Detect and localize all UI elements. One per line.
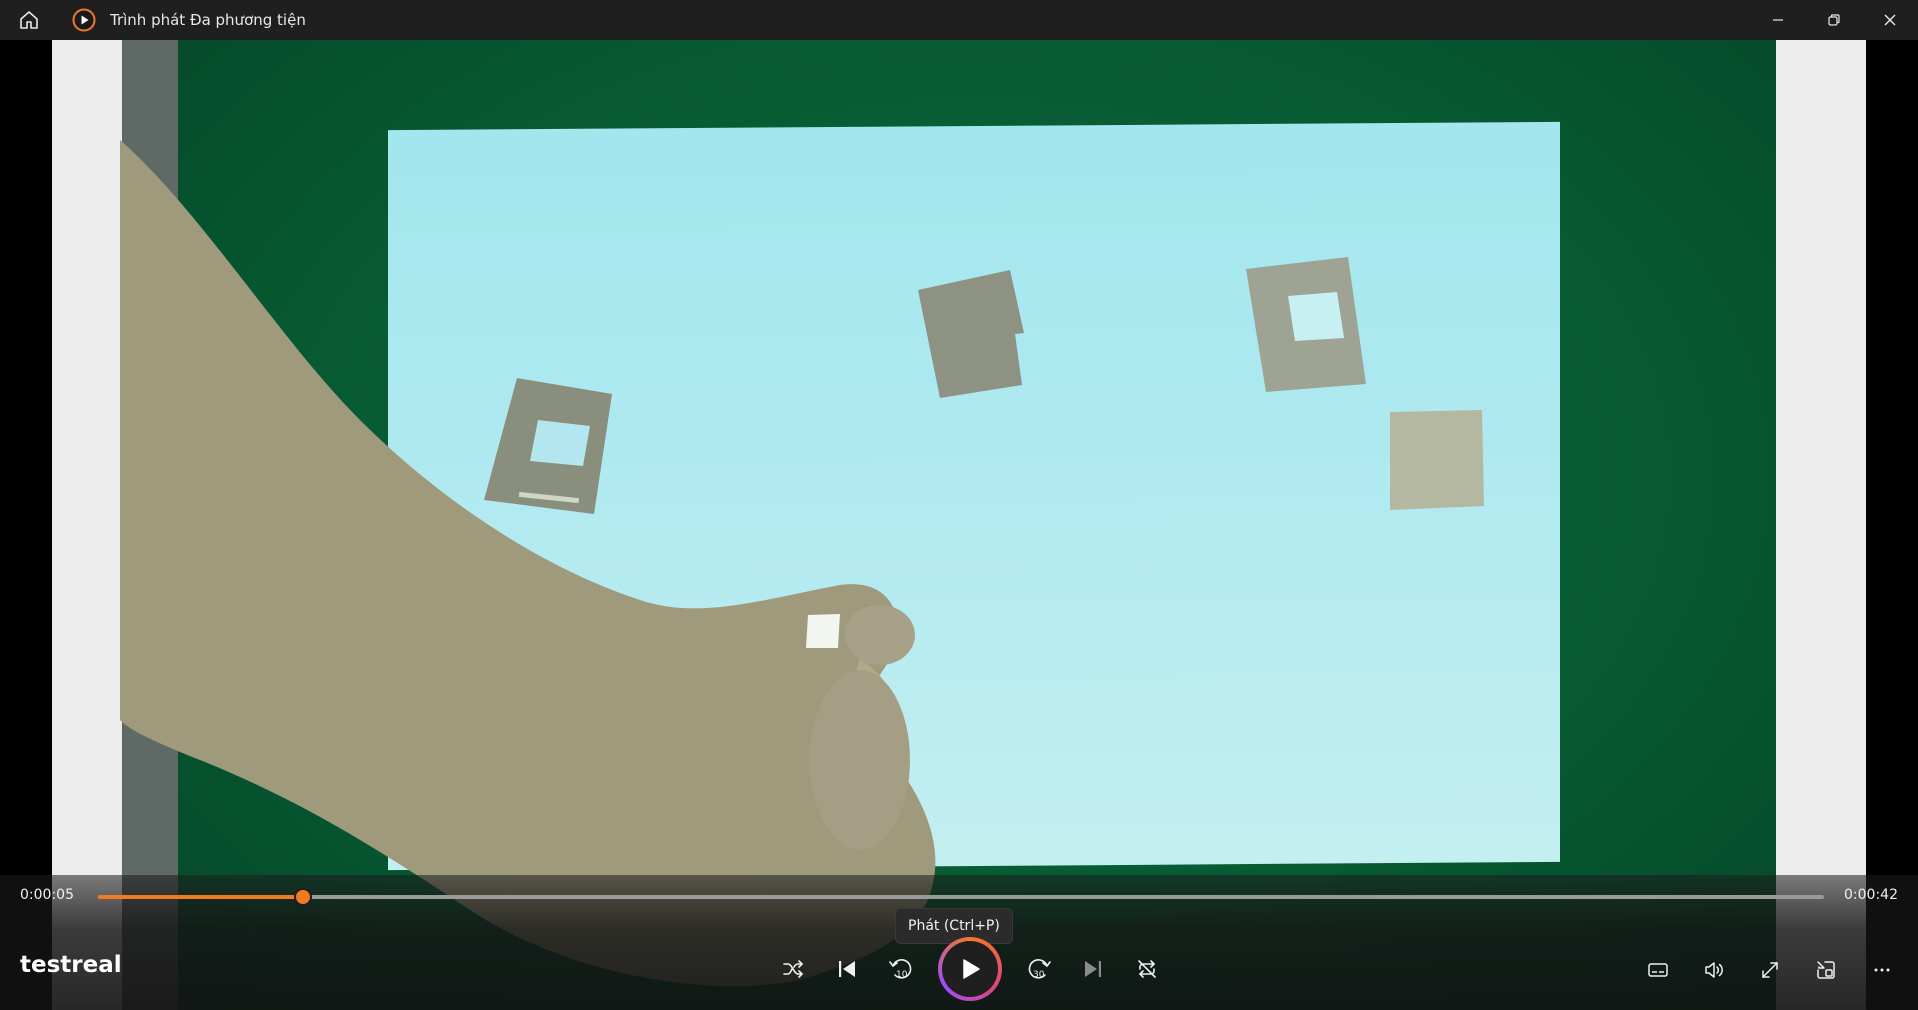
hand-arm: [120, 140, 936, 987]
title-bar: Trình phát Đa phương tiện: [0, 0, 1918, 40]
white-piece-held: [806, 614, 840, 648]
repeat-button[interactable]: [1120, 937, 1174, 1001]
skip-back-seconds: 10: [896, 970, 908, 980]
previous-icon: [839, 961, 855, 977]
total-duration: 0:00:42: [1844, 887, 1898, 903]
skip-forward-button[interactable]: 30: [1012, 937, 1066, 1001]
transport-controls: 0:00:05 0:00:42 Phát (Ctrl+P) testreal 1…: [0, 875, 1918, 1010]
skip-forward-seconds: 30: [1033, 970, 1045, 980]
elapsed-time: 0:00:05: [20, 887, 74, 903]
next-icon: [1085, 961, 1101, 977]
shuffle-button[interactable]: [766, 937, 820, 1001]
shuffle-icon: [783, 960, 804, 978]
seek-bar[interactable]: [98, 888, 1824, 906]
metal-plate-right: [1390, 410, 1484, 510]
seek-bar-progress: [98, 895, 304, 899]
video-objects: [120, 140, 1484, 987]
metal-frame-piece-left: [484, 378, 612, 514]
play-icon: [963, 959, 980, 979]
view-controls: [1630, 945, 1910, 995]
home-button[interactable]: [0, 0, 58, 40]
home-icon: [20, 11, 38, 29]
play-button[interactable]: [938, 937, 1002, 1001]
skip-back-button[interactable]: 10: [874, 937, 928, 1001]
previous-button[interactable]: [820, 937, 874, 1001]
captions-icon: [1648, 963, 1668, 977]
media-title: testreal: [20, 952, 122, 978]
close-button[interactable]: [1862, 0, 1918, 40]
volume-button[interactable]: [1686, 945, 1742, 995]
playback-controls: 10 30: [766, 937, 1174, 1001]
minimize-button[interactable]: [1750, 0, 1806, 40]
seek-bar-thumb[interactable]: [294, 888, 313, 906]
captions-button[interactable]: [1630, 945, 1686, 995]
mini-player-button[interactable]: [1798, 945, 1854, 995]
fullscreen-icon: [1762, 962, 1778, 978]
skip-forward-30-icon: 30: [1028, 959, 1051, 980]
media-player-logo-icon: [72, 8, 96, 32]
metal-plate-center: [918, 270, 1024, 398]
restore-icon: [1828, 14, 1840, 26]
volume-icon: [1705, 962, 1723, 978]
more-icon: [1874, 968, 1890, 972]
restore-button[interactable]: [1806, 0, 1862, 40]
skip-back-10-icon: 10: [889, 959, 912, 980]
metal-frame-piece-right: [1246, 257, 1366, 392]
video-surface[interactable]: [0, 40, 1918, 1010]
repeat-icon: [1138, 960, 1156, 978]
close-icon: [1884, 14, 1896, 26]
mini-player-icon: [1817, 961, 1835, 979]
minimize-icon: [1773, 19, 1783, 21]
more-options-button[interactable]: [1854, 945, 1910, 995]
fullscreen-button[interactable]: [1742, 945, 1798, 995]
window-title: Trình phát Đa phương tiện: [110, 11, 306, 29]
next-button[interactable]: [1066, 937, 1120, 1001]
